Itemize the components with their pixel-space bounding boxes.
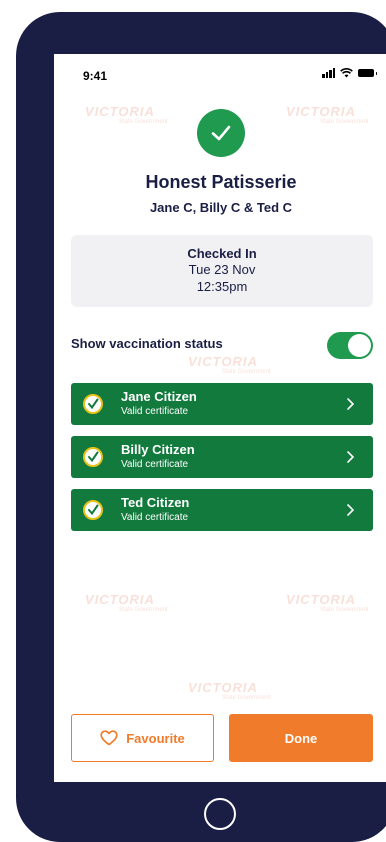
watermark-subtext: State Government bbox=[320, 607, 369, 613]
watermark-logo: VICTORIA State Government bbox=[286, 592, 369, 613]
watermark-logo: VICTORIA State Government bbox=[188, 680, 271, 701]
chevron-right-icon bbox=[347, 398, 355, 410]
favourite-label: Favourite bbox=[126, 730, 185, 746]
phone-frame: 9:41 VICTORIA State Government VICTORIA St… bbox=[16, 12, 386, 842]
watermark-logo: VICTORIA State Government bbox=[85, 592, 168, 613]
watermark-subtext: State Government bbox=[320, 119, 369, 125]
toggle-knob bbox=[348, 334, 371, 357]
verified-check-icon bbox=[83, 447, 103, 467]
chevron-right-icon bbox=[347, 451, 355, 463]
battery-icon bbox=[358, 69, 377, 77]
home-button[interactable] bbox=[204, 798, 236, 830]
watermark-subtext: State Government bbox=[222, 695, 271, 701]
watermark-logo: VICTORIA State Government bbox=[85, 104, 168, 125]
status-bar: 9:41 bbox=[54, 54, 386, 98]
checkin-time: 12:35pm bbox=[196, 279, 248, 294]
person-status: Valid certificate bbox=[121, 512, 189, 523]
screen: 9:41 VICTORIA State Government VICTORIA St… bbox=[54, 54, 386, 782]
status-time: 9:41 bbox=[83, 69, 108, 83]
checkin-date: Tue 23 Nov bbox=[188, 262, 256, 277]
person-row-billy[interactable]: Billy Citizen Valid certificate bbox=[71, 436, 373, 478]
verified-check-icon bbox=[83, 394, 103, 414]
person-name: Jane Citizen bbox=[121, 389, 197, 404]
watermark-subtext: State Government bbox=[119, 119, 168, 125]
checkin-title: Checked In bbox=[187, 246, 257, 261]
signal-icon bbox=[322, 68, 335, 78]
watermark-text: VICTORIA bbox=[85, 592, 155, 607]
wifi-icon bbox=[340, 68, 353, 78]
person-name: Billy Citizen bbox=[121, 442, 195, 457]
vaccination-label: Show vaccination status bbox=[71, 336, 223, 351]
vaccination-row: Show vaccination status bbox=[71, 331, 373, 359]
person-status: Valid certificate bbox=[121, 459, 189, 470]
verified-check-icon bbox=[83, 500, 103, 520]
watermark-subtext: State Government bbox=[119, 607, 168, 613]
heart-icon bbox=[100, 730, 118, 746]
status-icons bbox=[322, 68, 377, 78]
watermark-text: VICTORIA bbox=[286, 104, 356, 119]
person-status: Valid certificate bbox=[121, 406, 189, 417]
done-label: Done bbox=[284, 730, 318, 746]
watermark-subtext: State Government bbox=[222, 369, 271, 375]
favourite-button[interactable]: Favourite bbox=[71, 714, 214, 762]
person-row-jane[interactable]: Jane Citizen Valid certificate bbox=[71, 383, 373, 425]
chevron-right-icon bbox=[347, 504, 355, 516]
vaccination-toggle[interactable] bbox=[327, 332, 373, 359]
watermark-text: VICTORIA bbox=[85, 104, 155, 119]
done-button[interactable]: Done bbox=[229, 714, 373, 762]
venue-name: Honest Patisserie bbox=[145, 172, 297, 192]
person-name: Ted Citizen bbox=[121, 495, 190, 510]
watermark-text: VICTORIA bbox=[188, 680, 258, 695]
watermark-text: VICTORIA bbox=[286, 592, 356, 607]
checkin-card: Checked In Tue 23 Nov 12:35pm bbox=[71, 235, 373, 307]
success-check-icon bbox=[197, 109, 245, 157]
person-row-ted[interactable]: Ted Citizen Valid certificate bbox=[71, 489, 373, 531]
guest-names: Jane C, Billy C & Ted C bbox=[149, 200, 293, 215]
watermark-logo: VICTORIA State Government bbox=[286, 104, 369, 125]
